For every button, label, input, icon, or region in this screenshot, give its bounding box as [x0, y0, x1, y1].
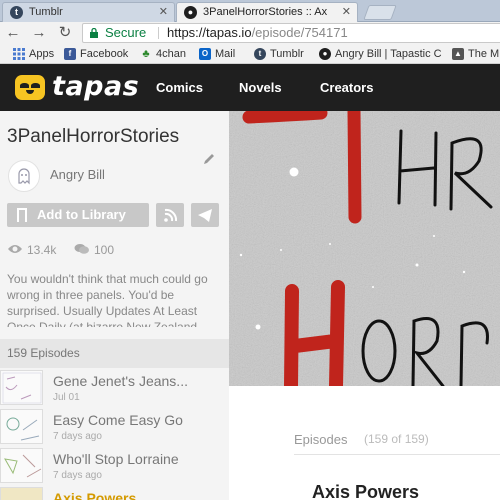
facebook-icon: f [64, 48, 76, 60]
omnibox[interactable]: Secure https://tapas.io/episode/754171 [82, 23, 500, 43]
episode-thumbnail [0, 370, 43, 405]
tapas-icon: ● [184, 6, 197, 19]
episode-content-area: Episodes (159 of 159) Axis Powers [229, 386, 500, 500]
divider [294, 454, 500, 455]
list-item[interactable]: Who'll Stop Lorraine 7 days ago [0, 446, 229, 485]
tab-title: Tumblr [29, 6, 63, 18]
bookmark-label: Angry Bill | Tapastic C [335, 48, 442, 60]
list-item[interactable]: Gene Jenet's Jeans... Jul 01 [0, 368, 229, 407]
nav-creators[interactable]: Creators [320, 80, 373, 95]
outlook-icon: O [199, 48, 211, 60]
site-logo[interactable]: tapas [52, 71, 139, 102]
tapas-logo-icon[interactable] [15, 75, 45, 100]
browser-tab-strip: t Tumblr ✕ ● 3PanelHorrorStories :: Ax ✕ [0, 0, 500, 22]
comments-icon [74, 244, 89, 254]
close-icon[interactable]: ✕ [342, 3, 351, 22]
back-icon[interactable]: ← [4, 24, 22, 42]
tab-tumblr[interactable]: t Tumblr ✕ [2, 2, 175, 22]
list-item-current[interactable]: Axis Powers [0, 485, 229, 500]
author-name[interactable]: Angry Bill [50, 167, 105, 182]
share-button[interactable] [191, 203, 219, 227]
bookmark-icon: ▲ [452, 48, 464, 60]
eye-icon [8, 245, 22, 253]
bookmark-4chan[interactable]: ♣ 4chan [140, 47, 186, 61]
bookmark-label: Apps [29, 48, 55, 60]
add-to-library-label: Add to Library [37, 207, 126, 222]
episode-heading: Axis Powers [312, 482, 420, 500]
views-count: 13.4k [27, 243, 57, 257]
add-to-library-button[interactable]: Add to Library [7, 203, 149, 227]
bookmark-label: Facebook [80, 48, 129, 60]
episode-thumbnail [0, 487, 43, 500]
list-item[interactable]: Easy Come Easy Go 7 days ago [0, 407, 229, 446]
reload-icon[interactable]: ↻ [56, 24, 74, 42]
episode-thumbnail [0, 409, 43, 444]
bookmark-facebook[interactable]: f Facebook [64, 47, 128, 61]
divider [158, 27, 159, 39]
series-title[interactable]: 3PanelHorrorStories [7, 126, 179, 148]
bookmark-mail[interactable]: O Mail [199, 47, 235, 61]
episode-list: Gene Jenet's Jeans... Jul 01 Easy Come E… [0, 368, 229, 500]
forward-icon[interactable]: → [30, 24, 48, 42]
bookmark-the-m[interactable]: ▲ The M [452, 47, 499, 61]
bookmark-icon [17, 208, 27, 222]
bookmark-tumblr[interactable]: t Tumblr [254, 47, 304, 61]
series-description: You wouldn't think that much could go wr… [7, 272, 208, 327]
rss-button[interactable] [156, 203, 184, 227]
bookmark-label: The M [468, 48, 500, 60]
avatar[interactable] [8, 160, 40, 192]
telegram-icon [198, 209, 212, 222]
bookmark-label: Mail [215, 48, 236, 60]
comments-stat: 100 [74, 243, 114, 257]
tab-tapas[interactable]: ● 3PanelHorrorStories :: Ax ✕ [176, 2, 358, 22]
clover-icon: ♣ [142, 48, 150, 60]
bookmark-angry-bill[interactable]: ● Angry Bill | Tapastic C [319, 47, 442, 61]
nav-novels[interactable]: Novels [239, 80, 282, 95]
episode-title: Easy Come Easy Go [53, 412, 183, 428]
tumblr-icon: t [254, 48, 266, 60]
pencil-icon[interactable] [202, 152, 216, 166]
tab-title: 3PanelHorrorStories :: Ax [203, 6, 328, 18]
episodes-count: (159 of 159) [364, 432, 429, 446]
tumblr-icon: t [10, 6, 23, 19]
episode-date: 7 days ago [53, 431, 102, 442]
apps-grid-icon [13, 48, 25, 60]
episode-title: Gene Jenet's Jeans... [53, 373, 188, 389]
secure-label: Secure [105, 25, 147, 40]
tapas-icon: ● [319, 48, 331, 60]
episode-count: 159 Episodes [0, 339, 229, 368]
rss-icon [164, 208, 178, 222]
episodes-tab[interactable]: Episodes [294, 432, 347, 447]
nav-comics[interactable]: Comics [156, 80, 203, 95]
episode-title: Axis Powers [53, 490, 137, 500]
bookmark-label: Tumblr [270, 48, 304, 60]
site-header: tapas Comics Novels Creators [0, 64, 500, 111]
close-icon[interactable]: ✕ [159, 3, 168, 22]
series-artwork[interactable] [229, 111, 500, 386]
bookmarks-bar: Apps f Facebook ♣ 4chan O Mail t Tumblr … [0, 44, 500, 64]
url-text[interactable]: https://tapas.io/episode/754171 [167, 24, 348, 42]
views-stat: 13.4k [7, 243, 56, 257]
comments-count: 100 [94, 243, 115, 257]
address-bar-row: ← → ↻ Secure https://tapas.io/episode/75… [0, 22, 500, 44]
new-tab-button[interactable] [363, 5, 397, 20]
bookmark-apps[interactable]: Apps [13, 47, 54, 61]
episode-thumbnail [0, 448, 43, 483]
lock-icon [90, 28, 98, 38]
series-info-panel: 3PanelHorrorStories Angry Bill Add to Li… [0, 111, 229, 339]
episode-date: 7 days ago [53, 470, 102, 481]
episode-date: Jul 01 [53, 392, 80, 403]
bookmark-label: 4chan [156, 48, 186, 60]
episode-title: Who'll Stop Lorraine [53, 451, 179, 467]
